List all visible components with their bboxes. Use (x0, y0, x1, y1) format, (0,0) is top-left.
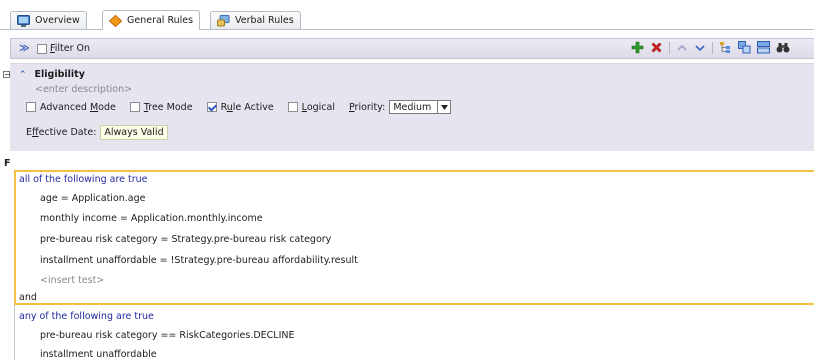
merge-view-icon[interactable] (757, 41, 770, 54)
binoculars-icon[interactable] (776, 42, 790, 54)
tab-overview[interactable]: Overview (10, 11, 87, 29)
rule-active-label[interactable]: Rule Active (221, 102, 274, 113)
test-row[interactable]: pre-bureau risk category == RiskCategori… (40, 330, 295, 341)
expand-chevron-icon[interactable]: ⌃ (19, 70, 27, 80)
collapse-toggle-icon[interactable]: − (3, 71, 11, 79)
delete-icon[interactable] (650, 41, 663, 54)
effective-date-row: Effective Date: Always Valid (26, 125, 168, 140)
effective-date-label: Effective Date: (26, 127, 97, 138)
toolbar-separator (712, 41, 713, 54)
filter-checkbox[interactable] (37, 43, 47, 54)
group-header-all[interactable]: all of the following are true (19, 174, 148, 185)
rule-description[interactable]: <enter description> (35, 84, 132, 95)
verbal-rules-icon (217, 14, 230, 26)
test-row[interactable]: pre-bureau risk category = Strategy.pre-… (40, 234, 331, 245)
priority-select[interactable]: Medium (389, 100, 452, 114)
insert-test-placeholder[interactable]: <insert test> (40, 275, 104, 286)
collapse-all-icon[interactable]: ≫ (19, 43, 31, 54)
logical-label[interactable]: Logical (302, 102, 335, 113)
tab-general-rules[interactable]: General Rules (102, 10, 201, 30)
move-up-icon[interactable] (676, 42, 688, 54)
toolbar-separator (669, 41, 670, 54)
diamond-icon (109, 14, 122, 27)
overview-icon (17, 14, 30, 27)
test-row[interactable]: monthly income = Application.monthly.inc… (40, 213, 263, 224)
split-view-icon[interactable] (738, 41, 751, 54)
filter-label[interactable]: Filter On (50, 43, 90, 54)
advanced-mode-checkbox[interactable] (26, 102, 36, 112)
add-icon[interactable] (631, 41, 644, 54)
dropdown-arrow-icon (440, 104, 448, 110)
priority-label: Priority: (348, 101, 386, 113)
rules-toolbar: ≫ Filter On (10, 38, 814, 59)
advanced-mode-label[interactable]: Advanced Mode (40, 102, 116, 113)
rule-name[interactable]: Eligibility (35, 69, 85, 80)
logical-checkbox[interactable] (287, 102, 298, 112)
tree-mode-label[interactable]: Tree Mode (144, 102, 193, 113)
connector-and[interactable]: and (19, 292, 37, 303)
tab-label: General Rules (127, 15, 194, 26)
effective-date-value[interactable]: Always Valid (100, 125, 168, 140)
tab-verbal-rules[interactable]: Verbal Rules (210, 11, 301, 29)
rule-active-checkbox[interactable] (206, 102, 217, 112)
move-down-icon[interactable] (694, 42, 706, 54)
group-header-any[interactable]: any of the following are true (19, 311, 154, 322)
tab-label: Verbal Rules (235, 15, 294, 26)
toolbar-actions (631, 41, 790, 54)
rule-options: Advanced Mode Tree Mode Rule Active Logi… (26, 100, 452, 114)
rule-header: − ⌃ Eligibility (3, 69, 85, 80)
tab-label: Overview (35, 15, 80, 26)
test-row[interactable]: age = Application.age (40, 193, 146, 204)
tree-mode-checkbox[interactable] (129, 102, 140, 112)
tree-view-icon[interactable] (719, 41, 732, 54)
test-row[interactable]: installment unaffordable (40, 349, 157, 360)
test-row[interactable]: installment unaffordable = !Strategy.pre… (40, 255, 358, 266)
if-label: F (4, 158, 11, 169)
